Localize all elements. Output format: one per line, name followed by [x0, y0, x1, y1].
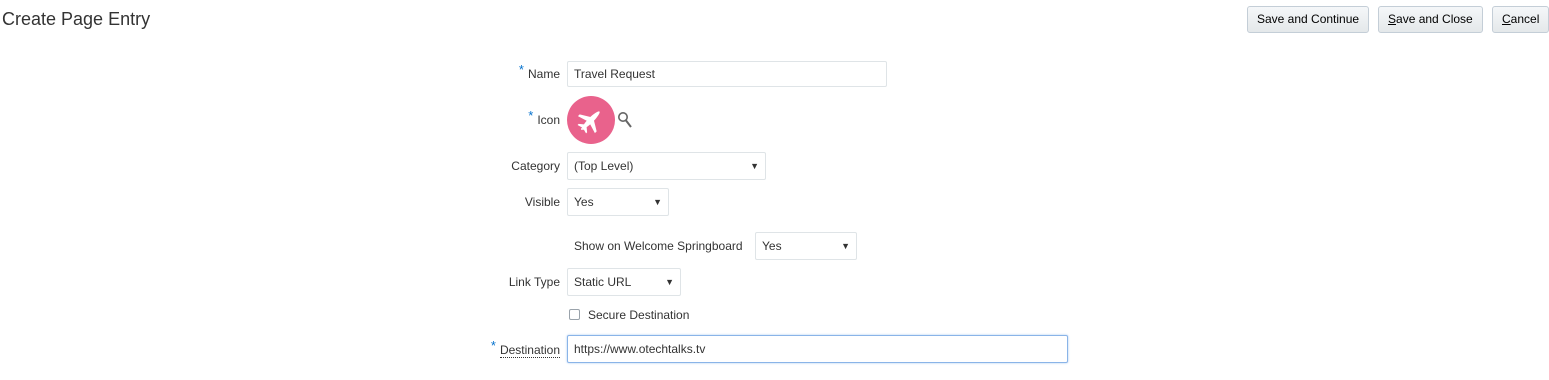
springboard-label: Show on Welcome Springboard	[574, 239, 743, 253]
category-select[interactable]: (Top Level) ▼	[567, 152, 766, 180]
icon-label: Icon	[537, 113, 560, 127]
secure-destination-label: Secure Destination	[588, 308, 690, 322]
secure-destination-checkbox[interactable]	[569, 309, 580, 320]
destination-input[interactable]: https://www.otechtalks.tv	[567, 335, 1068, 363]
page-title: Create Page Entry	[2, 9, 151, 29]
cancel-mnemonic: C	[1502, 12, 1511, 26]
destination-label[interactable]: Destination	[499, 343, 560, 358]
save-and-close-mnemonic: S	[1388, 12, 1397, 26]
save-and-continue-label: Save and Continue	[1257, 12, 1360, 26]
link-type-label: Link Type	[508, 275, 560, 289]
link-type-select[interactable]: Static URL ▼	[567, 268, 681, 296]
save-and-close-label: ave and Close	[1396, 12, 1473, 26]
save-and-continue-button[interactable]: Save and Continue	[1247, 6, 1370, 33]
save-and-close-button[interactable]: Save and Close	[1378, 6, 1483, 33]
required-marker: *	[490, 338, 496, 353]
dropdown-arrow-icon: ▼	[750, 161, 759, 171]
springboard-value: Yes	[762, 239, 782, 253]
dropdown-arrow-icon: ▼	[653, 197, 662, 207]
destination-label-row: * Destination	[491, 338, 560, 358]
name-input[interactable]: Travel Request	[567, 61, 887, 87]
search-icon[interactable]	[617, 111, 633, 129]
required-marker: *	[518, 62, 524, 77]
link-type-value: Static URL	[574, 275, 632, 289]
required-marker: *	[528, 108, 534, 123]
category-value: (Top Level)	[574, 159, 634, 173]
name-label: Name	[527, 67, 560, 81]
name-label-row: * Name	[519, 62, 560, 81]
visible-value: Yes	[574, 195, 594, 209]
icon-label-row: * Icon	[528, 108, 560, 127]
category-label: Category	[511, 159, 560, 173]
cancel-label: ancel	[1510, 12, 1540, 26]
visible-label: Visible	[524, 195, 560, 209]
dropdown-arrow-icon: ▼	[665, 277, 674, 287]
selected-icon-preview[interactable]	[567, 96, 615, 144]
springboard-select[interactable]: Yes ▼	[755, 232, 857, 260]
cancel-button[interactable]: Cancel	[1492, 6, 1549, 33]
visible-select[interactable]: Yes ▼	[567, 188, 669, 216]
airplane-icon	[577, 111, 600, 134]
dropdown-arrow-icon: ▼	[841, 241, 850, 251]
